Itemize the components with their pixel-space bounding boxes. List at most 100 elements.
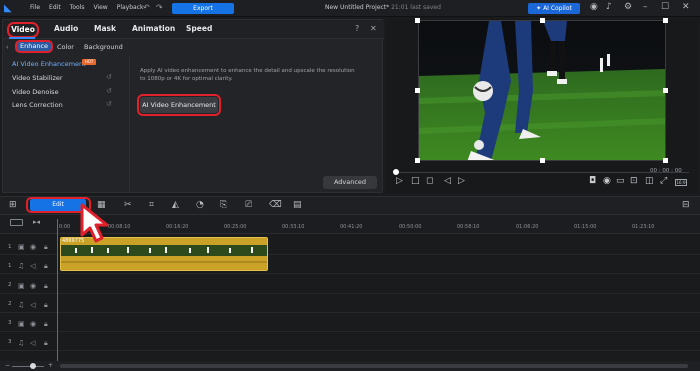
resize-handle[interactable] — [540, 18, 545, 23]
lock-icon[interactable]: 🔒︎ — [44, 262, 48, 271]
fullscreen-icon[interactable]: ⤢ — [660, 176, 667, 186]
audio-track-3 — [0, 332, 700, 351]
lock-icon[interactable]: 🔒︎ — [44, 243, 48, 252]
account-icon[interactable]: ◉ — [590, 2, 598, 12]
split-icon[interactable]: ✂ — [124, 200, 132, 210]
reset-icon[interactable]: ↺ — [106, 100, 112, 108]
horizontal-scrollbar[interactable] — [60, 364, 688, 368]
reset-icon[interactable]: ↺ — [106, 73, 112, 81]
edit-button[interactable]: Edit — [30, 199, 86, 211]
tab-video[interactable]: Video — [7, 22, 39, 38]
undo-icon[interactable]: ↶ — [143, 3, 150, 12]
add-media-icon[interactable]: ⊞ — [9, 200, 17, 210]
zoom-handle[interactable] — [30, 363, 36, 369]
close-panel-icon[interactable]: ✕ — [370, 24, 377, 33]
next-frame-icon[interactable]: ▷ — [458, 176, 465, 186]
expand-icon[interactable]: ⊟ — [682, 200, 690, 210]
menu-playback[interactable]: Playback — [117, 4, 144, 11]
delete-icon[interactable]: ⌫ — [269, 200, 282, 210]
settings-icon[interactable]: ⚙ — [624, 2, 632, 12]
crop-tool-icon[interactable]: ⌗ — [149, 200, 154, 210]
crop-icon[interactable]: ◻ — [426, 176, 433, 186]
resize-handle[interactable] — [663, 158, 668, 163]
resize-handle[interactable] — [663, 88, 668, 93]
aspect-ratio-icon[interactable]: 16:9 — [675, 179, 687, 186]
zoom-slider[interactable] — [12, 366, 44, 367]
scrub-handle[interactable] — [393, 169, 399, 175]
zoom-in-icon[interactable]: + — [48, 362, 53, 369]
title-bar: ◣ File Edit Tools View Playback ↶ ↷ Expo… — [0, 0, 700, 17]
lock-icon[interactable]: 🔒︎ — [44, 339, 48, 348]
export-button[interactable]: Export — [172, 3, 234, 14]
record-icon[interactable]: ◉ — [603, 176, 611, 186]
eye-icon[interactable]: ◉ — [30, 243, 36, 251]
menu-tools[interactable]: Tools — [70, 4, 85, 11]
lock-icon[interactable]: 🔒︎ — [44, 320, 48, 329]
resize-handle[interactable] — [663, 18, 668, 23]
bell-icon[interactable]: ♪ — [606, 2, 612, 12]
maximize-icon[interactable]: ☐ — [661, 2, 669, 12]
timeline-scrollbar[interactable]: − + — [0, 361, 700, 371]
feature-video-stabilizer[interactable]: Video Stabilizer — [12, 74, 63, 82]
ruler-tick: 00:25:00 — [224, 224, 247, 230]
resize-handle[interactable] — [415, 158, 420, 163]
back-chevron-icon[interactable]: ‹ — [6, 43, 9, 51]
tab-animation[interactable]: Animation — [132, 24, 175, 33]
eye-icon[interactable]: ◉ — [30, 320, 36, 328]
lock-icon[interactable]: 🔒︎ — [44, 282, 48, 291]
video-track-icon: ▣ — [18, 243, 25, 251]
menu-file[interactable]: File — [30, 4, 40, 11]
prev-frame-icon[interactable]: ◁ — [444, 176, 451, 186]
resize-handle[interactable] — [540, 158, 545, 163]
close-icon[interactable]: ✕ — [682, 2, 690, 12]
ruler-tick: 0:00 — [59, 224, 71, 230]
resize-handle[interactable] — [415, 88, 420, 93]
play-icon[interactable]: ▷ — [396, 176, 403, 186]
subtab-color[interactable]: Color — [57, 43, 74, 51]
stop-icon[interactable]: □ — [411, 176, 420, 186]
scrub-bar[interactable] — [393, 172, 689, 173]
feature-lens-correction[interactable]: Lens Correction — [12, 101, 63, 109]
snapshot-icon[interactable]: ◘ — [589, 176, 596, 186]
reset-icon[interactable]: ↺ — [106, 87, 112, 95]
resize-handle[interactable] — [415, 18, 420, 23]
help-icon[interactable]: ? — [355, 24, 359, 33]
track-number: 1 — [8, 244, 12, 250]
keyframe-icon[interactable]: ⎚ — [245, 200, 252, 210]
display-icon[interactable]: ▭ — [616, 176, 625, 186]
fit-timeline-icon[interactable]: ▸◂ — [33, 218, 40, 226]
speaker-icon[interactable]: ◁ — [30, 262, 35, 270]
menu-edit[interactable]: Edit — [49, 4, 61, 11]
more-tools-icon[interactable]: ▤ — [293, 200, 302, 210]
tab-audio[interactable]: Audio — [54, 24, 78, 33]
eye-icon[interactable]: ◉ — [30, 282, 36, 290]
track-manager-icon[interactable] — [10, 219, 23, 226]
speed-icon[interactable]: ◔ — [196, 200, 204, 210]
fx-icon[interactable]: ⎘ — [220, 200, 227, 210]
video-track-icon: ▣ — [18, 320, 25, 328]
subtab-enhance[interactable]: Enhance — [15, 40, 53, 53]
speaker-icon[interactable]: ◁ — [30, 339, 35, 347]
advanced-button[interactable]: Advanced — [323, 176, 377, 189]
zoom-out-icon[interactable]: − — [5, 362, 10, 369]
menu-view[interactable]: View — [93, 4, 107, 11]
flip-icon[interactable]: ◭ — [172, 200, 179, 210]
minimize-icon[interactable]: – — [643, 2, 648, 12]
redo-icon[interactable]: ↷ — [156, 3, 163, 12]
feature-ai-video-enhancement[interactable]: AI Video Enhancement — [12, 60, 86, 68]
tab-speed[interactable]: Speed — [186, 24, 212, 33]
tab-mask[interactable]: Mask — [94, 24, 116, 33]
preview-timecode: 00 : 00 : 00 — [650, 168, 682, 174]
fit-icon[interactable]: ⊡ — [630, 176, 638, 186]
ai-copilot-button[interactable]: ✦ AI Copilot — [528, 3, 580, 14]
subtab-background[interactable]: Background — [84, 43, 123, 51]
track-number: 1 — [8, 263, 12, 269]
feature-video-denoise[interactable]: Video Denoise — [12, 88, 59, 96]
lock-icon[interactable]: 🔒︎ — [44, 301, 48, 310]
ai-video-enhancement-button[interactable]: AI Video Enhancement — [140, 97, 218, 113]
track-number: 3 — [8, 339, 12, 345]
volume-icon[interactable]: ◫ — [645, 176, 654, 186]
audio-track-icon: ♫ — [18, 301, 25, 309]
speaker-icon[interactable]: ◁ — [30, 301, 35, 309]
playhead[interactable] — [57, 219, 58, 362]
